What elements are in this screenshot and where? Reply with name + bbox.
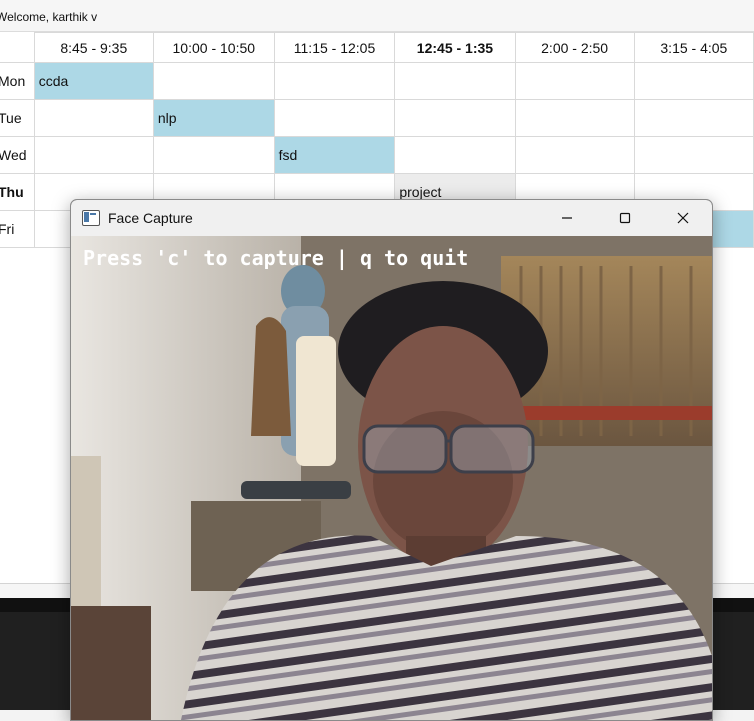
day-label: Tue (0, 99, 35, 137)
day-label: Wed (0, 136, 35, 174)
timetable-row-mon: Mon ccda (0, 62, 754, 100)
close-icon (677, 212, 689, 224)
camera-frame-image (71, 236, 712, 720)
day-label: Fri (0, 210, 35, 248)
timetable-cell[interactable] (394, 62, 516, 100)
timetable-header-row: 8:45 - 9:35 10:00 - 10:50 11:15 - 12:05 … (0, 32, 754, 63)
timetable-cell[interactable] (514, 62, 635, 100)
slot-header: 11:15 - 12:05 (273, 32, 396, 63)
maximize-button[interactable] (596, 200, 654, 236)
timetable-cell[interactable] (633, 99, 754, 137)
slot-header: 10:00 - 10:50 (152, 32, 275, 63)
minimize-icon (562, 217, 572, 219)
timetable-row-tue: Tue nlp (0, 99, 754, 137)
app-window-icon (82, 210, 100, 226)
timetable-cell[interactable] (273, 99, 396, 137)
timetable-cell[interactable] (33, 136, 154, 174)
welcome-label: Welcome, karthik v (0, 0, 754, 32)
timetable-cell[interactable]: ccda (33, 62, 154, 100)
slot-header: 8:45 - 9:35 (33, 32, 154, 63)
face-capture-window[interactable]: Face Capture Press 'c' to capture | q to… (70, 199, 713, 721)
timetable-cell[interactable] (152, 136, 275, 174)
day-label: Mon (0, 62, 35, 100)
capture-instructions: Press 'c' to capture | q to quit (83, 246, 469, 270)
minimize-button[interactable] (538, 200, 596, 236)
maximize-icon (619, 212, 631, 224)
timetable-cell[interactable]: nlp (152, 99, 275, 137)
camera-feed: Press 'c' to capture | q to quit (71, 236, 712, 720)
close-button[interactable] (654, 200, 712, 236)
timetable-cell[interactable] (514, 99, 635, 137)
timetable-cell[interactable] (394, 136, 516, 174)
slot-header: 2:00 - 2:50 (514, 32, 635, 63)
slot-header-current: 12:45 - 1:35 (394, 32, 516, 63)
day-label-current: Thu (0, 173, 35, 211)
timetable-cell[interactable] (394, 99, 516, 137)
timetable-cell[interactable] (33, 99, 154, 137)
timetable-row-wed: Wed fsd (0, 136, 754, 174)
corner-cell (0, 32, 35, 63)
window-titlebar[interactable]: Face Capture (71, 200, 712, 236)
timetable-cell[interactable]: fsd (273, 136, 396, 174)
timetable-cell[interactable] (633, 62, 754, 100)
window-title: Face Capture (108, 210, 193, 226)
timetable-cell[interactable] (273, 62, 396, 100)
timetable-cell[interactable] (633, 136, 754, 174)
timetable-cell[interactable] (152, 62, 275, 100)
slot-header: 3:15 - 4:05 (633, 32, 754, 63)
timetable-cell[interactable] (514, 136, 635, 174)
